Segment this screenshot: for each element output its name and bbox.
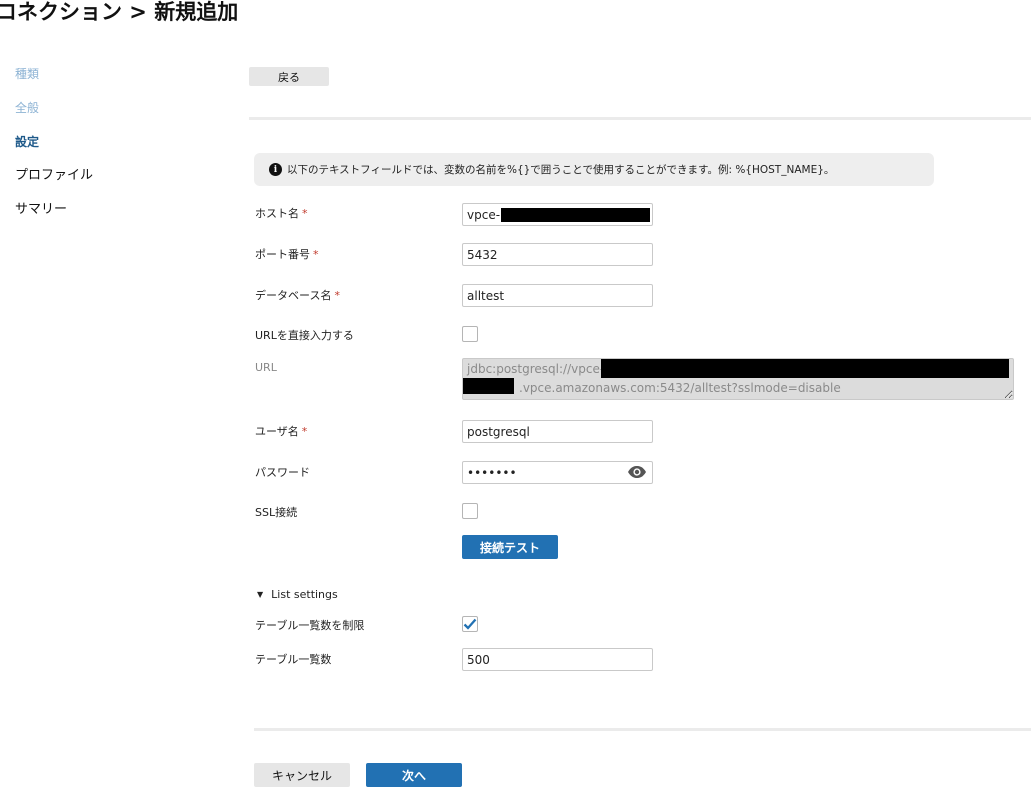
database-input[interactable]: [462, 284, 653, 307]
limit-checkbox[interactable]: [462, 616, 478, 632]
user-input[interactable]: [462, 420, 653, 443]
ssl-label: SSL接続: [255, 506, 298, 519]
step-summary: サマリー: [15, 202, 68, 217]
bottom-divider: [254, 728, 1031, 731]
caret-down-icon: ▼: [257, 590, 264, 599]
database-label: データベース名 *: [255, 289, 340, 302]
top-divider: [249, 117, 1031, 120]
ssl-checkbox[interactable]: [462, 503, 478, 519]
step-type[interactable]: 種類: [15, 67, 93, 101]
list-settings-label: List settings: [271, 588, 338, 601]
port-input[interactable]: [462, 243, 653, 266]
limit-label: テーブル一覧数を制限: [255, 619, 365, 632]
required-mark: *: [301, 425, 308, 438]
direct-url-checkbox[interactable]: [462, 326, 478, 342]
check-icon: [463, 618, 477, 630]
user-label: ユーザ名 *: [255, 425, 308, 438]
password-input[interactable]: [462, 461, 653, 484]
redacted-block: [601, 359, 1009, 378]
host-label: ホスト名 *: [255, 207, 308, 220]
wizard-steps: 種類 全般 設定 プロファイル サマリー: [15, 67, 93, 237]
back-button[interactable]: 戻る: [249, 67, 329, 86]
count-input[interactable]: [462, 648, 653, 671]
redacted-block: [463, 378, 514, 394]
info-text: 以下のテキストフィールドでは、変数の名前を%{}で囲うことで使用することができま…: [287, 164, 835, 176]
direct-url-label: URLを直接入力する: [255, 329, 354, 342]
page-title: コネクション > 新規追加: [0, 0, 239, 24]
next-button[interactable]: 次へ: [366, 763, 462, 787]
required-mark: *: [313, 248, 319, 261]
step-general[interactable]: 全般: [15, 101, 93, 135]
required-mark: *: [302, 207, 308, 220]
info-banner: i 以下のテキストフィールドでは、変数の名前を%{}で囲うことで使用することがで…: [254, 153, 934, 186]
eye-icon[interactable]: [627, 464, 647, 480]
connection-test-button[interactable]: 接続テスト: [462, 535, 558, 559]
step-profile: プロファイル: [15, 168, 94, 183]
cancel-button[interactable]: キャンセル: [254, 763, 350, 787]
port-label: ポート番号 *: [255, 248, 319, 261]
url-line-2: .vpce.amazonaws.com:5432/alltest?sslmode…: [519, 381, 841, 395]
count-label: テーブル一覧数: [255, 653, 332, 666]
password-label: パスワード: [255, 466, 310, 479]
list-settings-toggle[interactable]: ▼ List settings: [257, 588, 338, 601]
redacted-block: [501, 208, 650, 222]
step-settings: 設定: [15, 135, 40, 149]
url-label: URL: [255, 361, 277, 374]
required-mark: *: [334, 289, 340, 302]
info-circle-icon: i: [269, 163, 282, 176]
